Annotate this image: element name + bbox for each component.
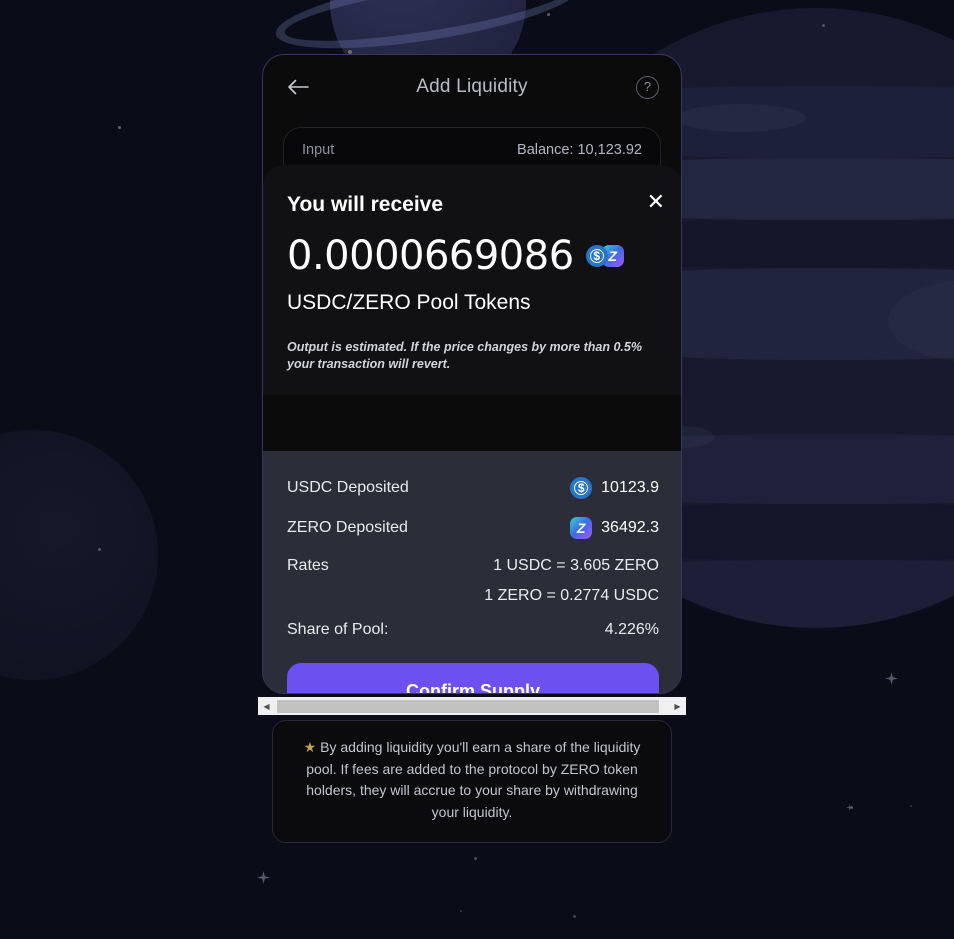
scroll-right-arrow-icon[interactable]: ▶ [669, 697, 686, 715]
sparkle-icon [885, 672, 898, 685]
small-planet [0, 430, 158, 680]
details-panel: USDC Deposited $ 10123.9 ZERO Deposited … [263, 451, 681, 693]
scroll-left-arrow-icon[interactable]: ◀ [258, 697, 275, 715]
modal-header: Add Liquidity ? [263, 55, 681, 119]
star-dot [910, 805, 912, 807]
confirm-supply-button[interactable]: Confirm Supply [287, 663, 659, 693]
detail-row-usdc-deposited: USDC Deposited $ 10123.9 [287, 477, 659, 499]
scrollbar-track[interactable] [275, 697, 669, 715]
detail-row-share-of-pool: Share of Pool: 4.226% [287, 621, 659, 639]
horizontal-scrollbar[interactable]: ◀ ▶ [258, 697, 686, 715]
receive-amount: 0.0000669086 [287, 233, 574, 279]
zero-deposited-amount: 36492.3 [601, 519, 659, 536]
detail-label: USDC Deposited [287, 479, 409, 496]
star-dot [822, 24, 825, 27]
liquidity-info-card: ★ By adding liquidity you'll earn a share… [272, 720, 672, 843]
add-liquidity-modal: Add Liquidity ? Input Balance: 10,123.92… [262, 54, 682, 694]
star-dot [547, 13, 550, 16]
detail-label: ZERO Deposited [287, 519, 408, 536]
rate-zero-to-usdc: 1 ZERO = 0.2774 USDC [484, 587, 659, 604]
star-dot [474, 857, 477, 860]
star-dot [98, 548, 101, 551]
token-pair-icons: $ Z [585, 245, 624, 267]
info-card-text: By adding liquidity you'll earn a share … [306, 739, 641, 821]
usdc-deposited-amount: 10123.9 [601, 479, 659, 496]
back-arrow-icon[interactable] [285, 74, 311, 100]
help-icon[interactable]: ? [636, 75, 659, 99]
detail-value: $ 10123.9 [570, 477, 659, 499]
receive-heading: You will receive [287, 193, 444, 216]
sparkle-icon [846, 804, 853, 811]
share-of-pool-label: Share of Pool: [287, 621, 389, 638]
star-dot [460, 910, 462, 912]
star-dot [118, 126, 121, 129]
sparkle-icon [257, 871, 270, 884]
rates-label: Rates [287, 557, 329, 574]
detail-row-zero-deposited: ZERO Deposited Z 36492.3 [287, 517, 659, 539]
usdc-token-icon: $ [585, 245, 608, 267]
estimate-note: Output is estimated. If the price change… [287, 340, 642, 371]
detail-value: Z 36492.3 [570, 517, 659, 539]
page-title: Add Liquidity [416, 76, 528, 97]
scrollbar-thumb[interactable] [277, 700, 660, 713]
receive-header-row: You will receive ✕ [287, 191, 665, 217]
share-of-pool-value: 4.226% [604, 621, 659, 638]
star-dot [573, 915, 576, 918]
close-x-icon[interactable]: ✕ [647, 191, 665, 213]
receive-amount-row: 0.0000669086 $ Z [287, 233, 659, 279]
detail-row-rates: Rates 1 USDC = 3.605 ZERO 1 ZERO = 0.277… [287, 557, 659, 605]
zero-token-icon: Z [570, 517, 593, 539]
you-will-receive-panel: You will receive ✕ 0.0000669086 $ Z USDC… [263, 165, 681, 395]
usdc-token-icon: $ [570, 477, 593, 499]
rate-usdc-to-zero: 1 USDC = 3.605 ZERO [493, 557, 659, 574]
pool-tokens-label: USDC/ZERO Pool Tokens [287, 291, 531, 314]
rates-values: 1 USDC = 3.605 ZERO 1 ZERO = 0.2774 USDC [484, 557, 659, 605]
star-icon: ★ [303, 739, 317, 755]
